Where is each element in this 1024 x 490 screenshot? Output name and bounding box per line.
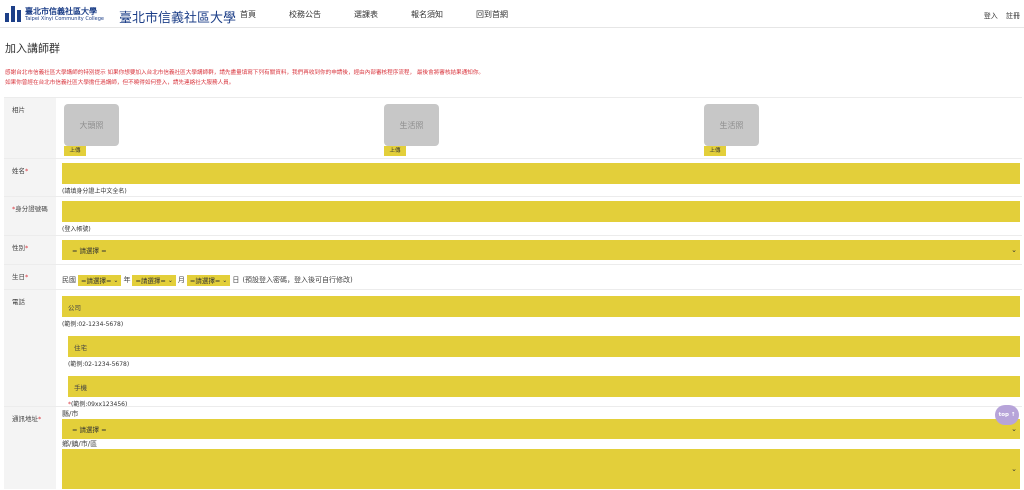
birthday-prefix: 民國 <box>62 276 76 284</box>
login-link[interactable]: 登入 <box>984 12 998 20</box>
address-row: 通訊地址* 縣/市 = 請選擇 = ⌄ 鄉/鎮/市/區 ⌄ <box>4 406 1022 490</box>
life-photo-2[interactable]: 生活照 <box>704 104 759 146</box>
city-select[interactable]: = 請選擇 = ⌄ <box>62 419 1020 439</box>
home-phone-block: 住宅 (範例:02-1234-5678) <box>62 336 1022 368</box>
logo-mark-icon <box>5 6 22 22</box>
home-phone-hint: (範例:02-1234-5678) <box>68 361 130 368</box>
chevron-down-icon: ⌄ <box>1011 425 1017 433</box>
photo-row: 相片 大頭照 上傳 生活照 上傳 生活照 上傳 <box>4 97 1022 158</box>
mobile-phone-block: 手機 *(範例:09xx123456) <box>62 376 1022 408</box>
birth-day-select[interactable]: =請選擇= ⌄ <box>186 274 231 286</box>
photo-label: 相片 <box>4 98 56 158</box>
gender-row: 性別* = 請選擇 = ⌄ <box>4 235 1022 264</box>
phone-row: 電話 公司 (範例:02-1234-5678) 住宅 (範例:02-1234-5… <box>4 289 1022 408</box>
nav-back-to-main[interactable]: 回到首網 <box>476 9 508 20</box>
user-links: 登入 註冊 <box>978 11 1020 21</box>
id-number-row: *身分證號碼 (登入帳號) <box>4 196 1022 235</box>
district-select[interactable]: ⌄ <box>62 449 1020 489</box>
chevron-down-icon: ⌄ <box>222 276 228 284</box>
upload-life-photo-1-button[interactable]: 上傳 <box>384 146 406 156</box>
home-phone-input[interactable]: 住宅 <box>68 336 1020 357</box>
city-label: 縣/市 <box>62 410 79 418</box>
id-number-label: *身分證號碼 <box>4 197 56 235</box>
gender-select[interactable]: = 請選擇 = ⌄ <box>62 240 1020 260</box>
id-number-input[interactable] <box>62 201 1020 222</box>
address-label: 通訊地址* <box>4 407 56 489</box>
name-label: 姓名* <box>4 159 56 196</box>
notice-text: 感謝台北市信義社區大學講師的特別提示 如果你想要加入台北市信義社區大學講師群，請… <box>5 68 1005 88</box>
upload-life-photo-2-button[interactable]: 上傳 <box>704 146 726 156</box>
instructor-form: 相片 大頭照 上傳 生活照 上傳 生活照 上傳 姓名* (請填身分證上中文全名)… <box>4 97 1022 490</box>
nav-course-list[interactable]: 選課表 <box>354 9 378 20</box>
month-unit: 月 <box>177 276 185 284</box>
name-field: (請填身分證上中文全名) <box>56 159 1022 196</box>
mobile-phone-input[interactable]: 手機 <box>68 376 1020 397</box>
logo-text-chinese: 臺北市信義社區大學 <box>25 6 97 16</box>
gender-field: = 請選擇 = ⌄ <box>56 236 1022 264</box>
upload-headshot-button[interactable]: 上傳 <box>64 146 86 156</box>
page-title: 加入講師群 <box>5 42 60 55</box>
office-phone-input[interactable]: 公司 <box>62 296 1020 317</box>
birth-year-select[interactable]: =請選擇= ⌄ <box>78 274 122 286</box>
logo-text-english: Taipei Xinyi Community College <box>25 15 105 22</box>
site-title[interactable]: 臺北市信義社區大學 <box>119 7 236 26</box>
back-to-top-button[interactable]: top ↑ <box>995 405 1019 425</box>
year-unit: 年 <box>123 276 131 284</box>
life-photo-1[interactable]: 生活照 <box>384 104 439 146</box>
id-number-hint: (登入帳號) <box>62 226 91 233</box>
birthday-field: 民國 =請選擇= ⌄ 年 =請選擇= ⌄ 月 =請選擇= ⌄ 日 (預設登入密碼，登入… <box>56 265 1022 289</box>
name-input[interactable] <box>62 163 1020 184</box>
notice-line-2: 如果你曾經在台北市信義社區大學擔任過講師，但不曉得如何登入，請先連絡社大服務人員… <box>5 80 235 86</box>
top-bar: 臺北市信義社區大學 Taipei Xinyi Community College… <box>0 0 1024 28</box>
birthday-label: 生日* <box>4 265 56 289</box>
register-link[interactable]: 註冊 <box>1006 12 1020 20</box>
photo-field: 大頭照 上傳 生活照 上傳 生活照 上傳 <box>56 98 1022 158</box>
id-number-field: (登入帳號) <box>56 197 1022 235</box>
day-unit: 日 <box>232 276 240 284</box>
district-label: 鄉/鎮/市/區 <box>62 440 98 448</box>
phone-field: 公司 (範例:02-1234-5678) 住宅 (範例:02-1234-5678… <box>56 290 1022 408</box>
nav-home[interactable]: 首頁 <box>240 9 256 20</box>
headshot-photo[interactable]: 大頭照 <box>64 104 119 146</box>
address-field: 縣/市 = 請選擇 = ⌄ 鄉/鎮/市/區 ⌄ <box>56 407 1022 490</box>
chevron-down-icon: ⌄ <box>1011 246 1017 254</box>
birth-month-select[interactable]: =請選擇= ⌄ <box>132 274 176 286</box>
gender-label: 性別* <box>4 236 56 264</box>
office-phone-hint: (範例:02-1234-5678) <box>62 321 124 328</box>
birthday-note: (預設登入密碼，登入後可自行修改) <box>242 276 353 284</box>
chevron-down-icon: ⌄ <box>1011 465 1017 473</box>
nav-registration-info[interactable]: 報名須知 <box>411 9 443 20</box>
main-nav: 首頁 校務公告 選課表 報名須知 回到首網 <box>240 9 541 20</box>
chevron-down-icon: ⌄ <box>167 276 173 284</box>
name-row: 姓名* (請填身分證上中文全名) <box>4 158 1022 196</box>
nav-announcements[interactable]: 校務公告 <box>289 9 321 20</box>
site-logo[interactable]: 臺北市信義社區大學 Taipei Xinyi Community College <box>5 6 104 22</box>
name-hint: (請填身分證上中文全名) <box>62 188 127 195</box>
notice-line-1: 感謝台北市信義社區大學講師的特別提示 如果你想要加入台北市信義社區大學講師群，請… <box>5 70 485 76</box>
phone-label: 電話 <box>4 290 56 406</box>
chevron-down-icon: ⌄ <box>113 276 119 284</box>
birthday-row: 生日* 民國 =請選擇= ⌄ 年 =請選擇= ⌄ 月 =請選擇= ⌄ 日 (預設登入密… <box>4 264 1022 289</box>
